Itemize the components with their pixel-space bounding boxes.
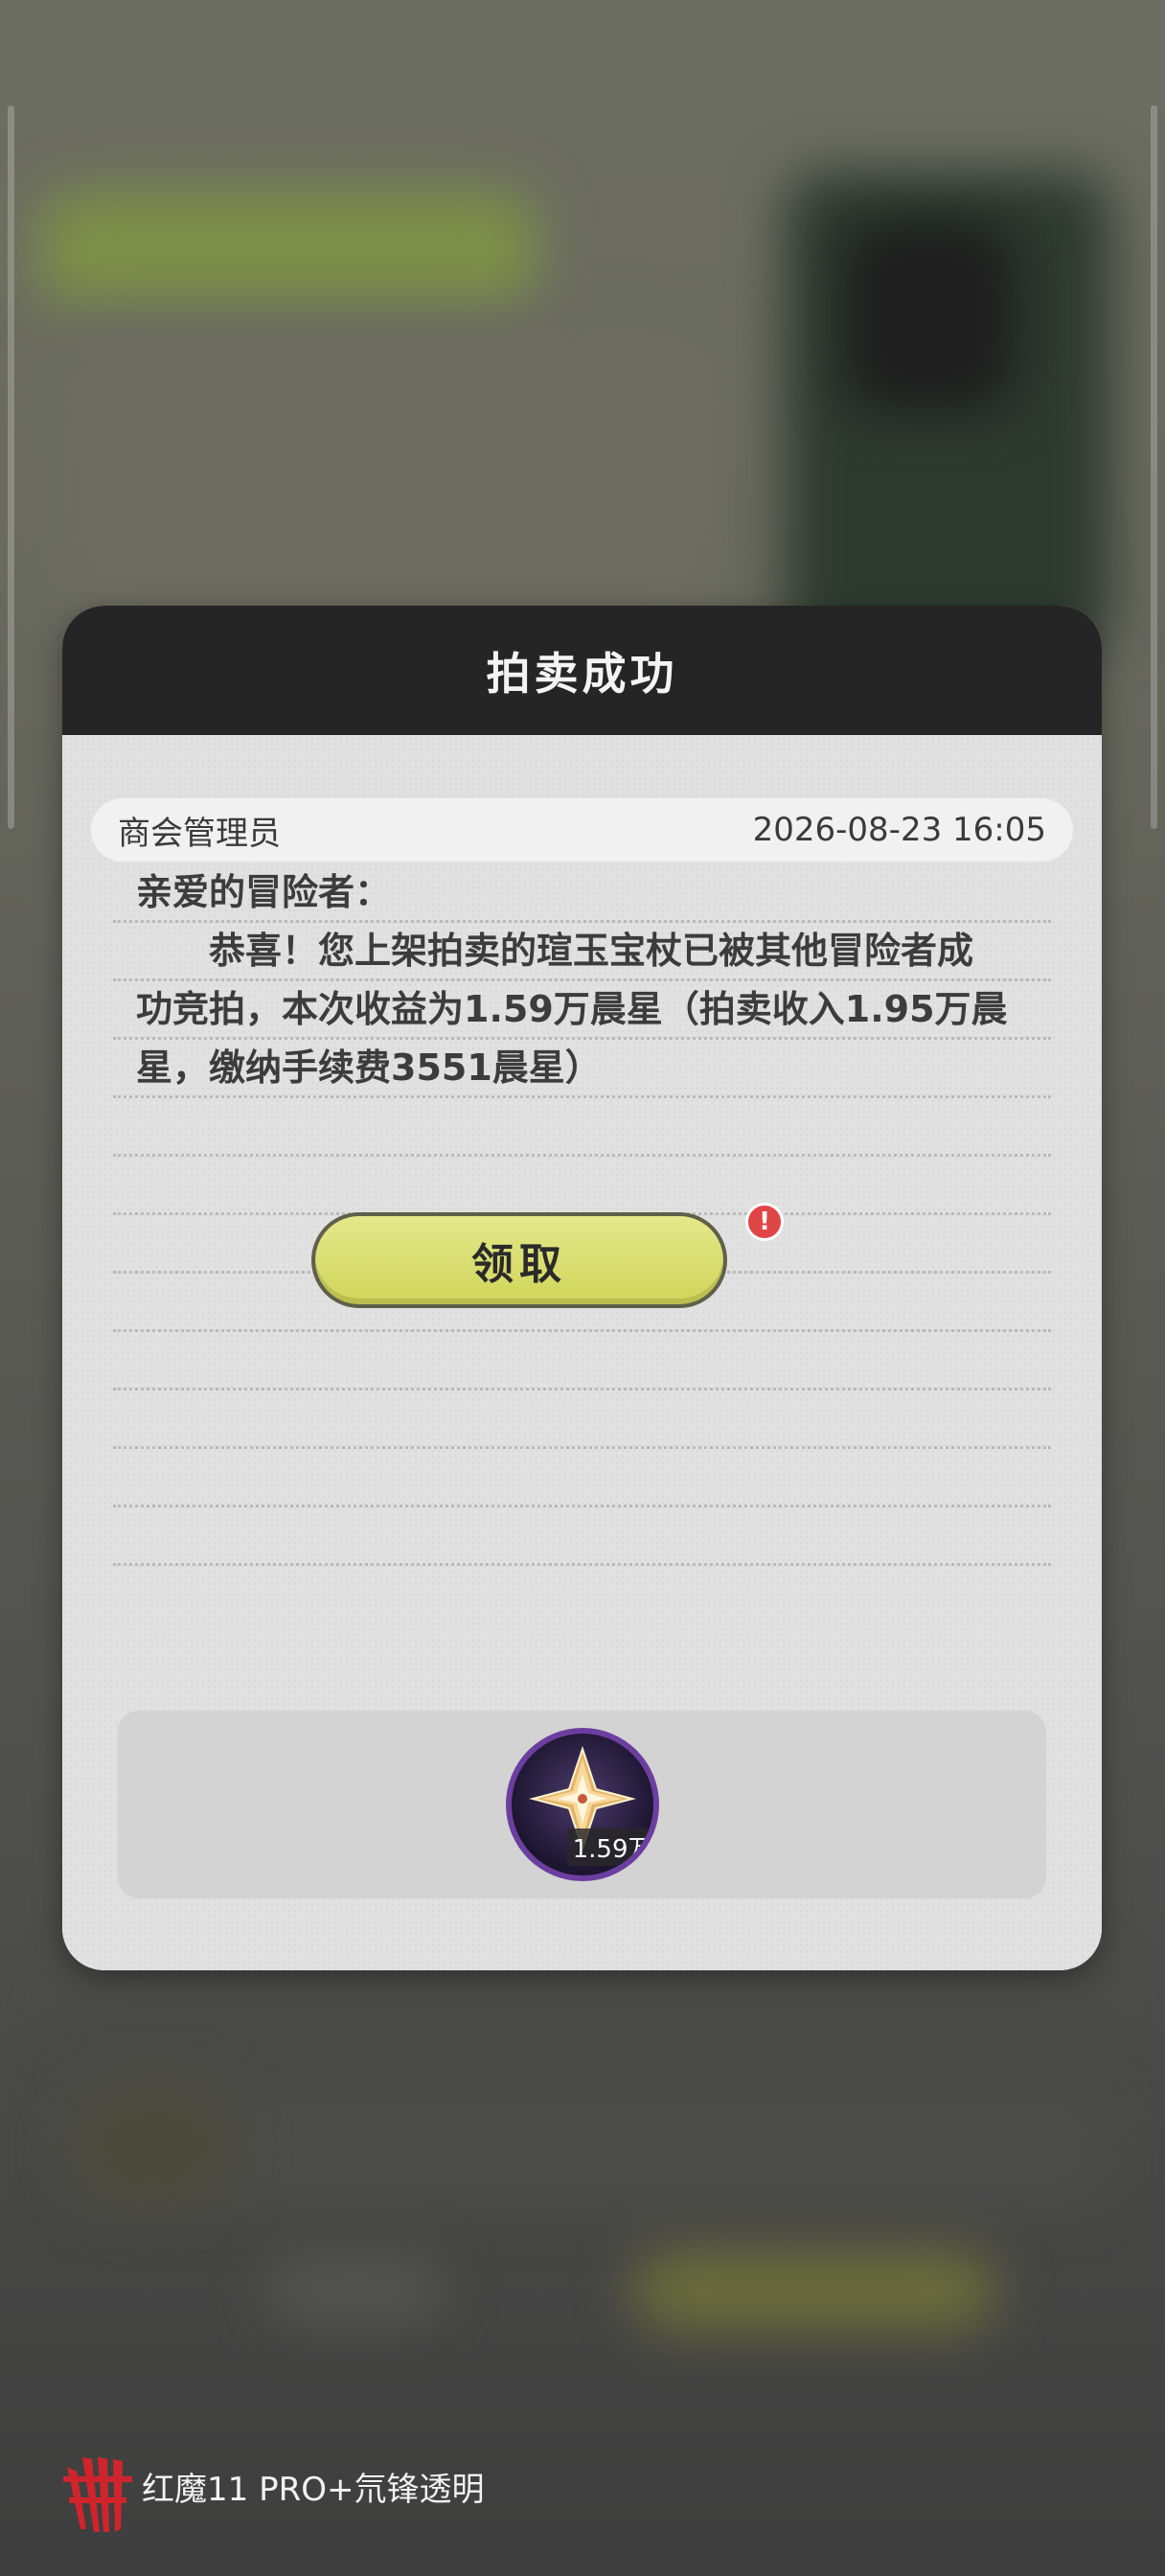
letter-line xyxy=(113,1507,1051,1566)
right-scroll-indicator xyxy=(1151,105,1157,829)
letter-line xyxy=(113,1391,1051,1449)
letter-line xyxy=(113,1449,1051,1507)
claim-button[interactable]: 领取 xyxy=(311,1212,727,1308)
letter-line: 恭喜！您上架拍卖的瑄玉宝杖已被其他冒险者成 xyxy=(113,923,1051,981)
reward-icon-frame: 1.59万 xyxy=(511,1734,653,1875)
left-scroll-indicator xyxy=(8,105,14,829)
letter-line: 星，缴纳手续费3551晨星） xyxy=(113,1040,1051,1098)
dialog-title: 拍卖成功 xyxy=(486,647,678,700)
red-magic-logo xyxy=(63,2457,132,2532)
device-watermark: 红魔11 PRO+氘锋透明 xyxy=(59,2438,484,2534)
reward-box: 1.59万 xyxy=(118,1711,1046,1898)
reward-item[interactable]: 1.59万 xyxy=(505,1728,659,1881)
dialog-body: 商会管理员 2026-08-23 16:05 亲爱的冒险者： 恭喜！您上架拍卖的… xyxy=(62,735,1102,1970)
letter-line xyxy=(113,1098,1051,1157)
mail-timestamp: 2026-08-23 16:05 xyxy=(752,811,1046,849)
sender-name: 商会管理员 xyxy=(118,814,281,853)
letter-line xyxy=(113,1332,1051,1391)
reward-quantity: 1.59万 xyxy=(566,1828,653,1866)
letter-line: 亲爱的冒险者： xyxy=(113,864,1051,923)
notification-badge: ! xyxy=(745,1203,784,1241)
letter-line: 功竞拍，本次收益为1.59万晨星（拍卖收入1.95万晨 xyxy=(113,981,1051,1040)
watermark-text: 红魔11 PRO+氘锋透明 xyxy=(142,2470,485,2509)
letter-line xyxy=(113,1157,1051,1215)
dialog-header: 拍卖成功 xyxy=(62,606,1102,735)
sender-bar: 商会管理员 2026-08-23 16:05 xyxy=(91,798,1073,862)
